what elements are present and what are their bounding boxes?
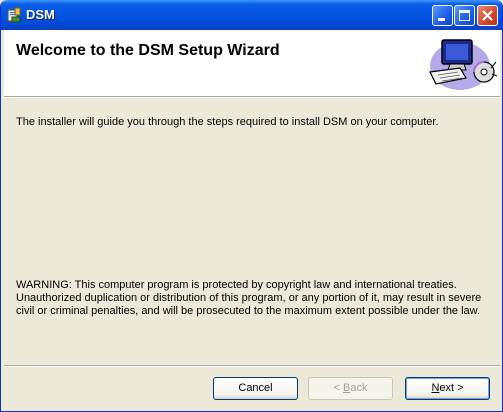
maximize-icon bbox=[459, 10, 470, 21]
back-button[interactable]: < Back bbox=[308, 377, 393, 400]
wizard-header: Welcome to the DSM Setup Wizard bbox=[4, 30, 500, 97]
title-bar[interactable]: DSM bbox=[1, 0, 502, 30]
computer-with-disc-icon bbox=[429, 39, 498, 90]
footer-divider bbox=[4, 365, 500, 367]
header-divider bbox=[4, 97, 500, 98]
close-button[interactable] bbox=[477, 5, 498, 26]
next-button[interactable]: Next > bbox=[405, 377, 490, 400]
installer-app-icon bbox=[7, 7, 21, 23]
cancel-button[interactable]: Cancel bbox=[213, 377, 298, 400]
page-title: Welcome to the DSM Setup Wizard bbox=[16, 42, 280, 59]
minimize-button[interactable] bbox=[432, 5, 453, 26]
minimize-icon bbox=[438, 18, 445, 21]
back-button-prefix: < bbox=[333, 382, 343, 394]
cancel-button-label: Cancel bbox=[238, 382, 273, 394]
back-button-rest: ack bbox=[350, 382, 368, 394]
intro-text: The installer will guide you through the… bbox=[16, 116, 439, 128]
next-button-rest: ext > bbox=[439, 382, 464, 394]
window-title: DSM bbox=[26, 7, 55, 22]
setup-wizard-window: DSM Welcome to the DSM Setup Wizard The … bbox=[0, 0, 503, 412]
close-icon bbox=[482, 10, 493, 21]
maximize-button[interactable] bbox=[454, 5, 475, 26]
copyright-warning-text: WARNING: This computer program is protec… bbox=[16, 279, 482, 317]
